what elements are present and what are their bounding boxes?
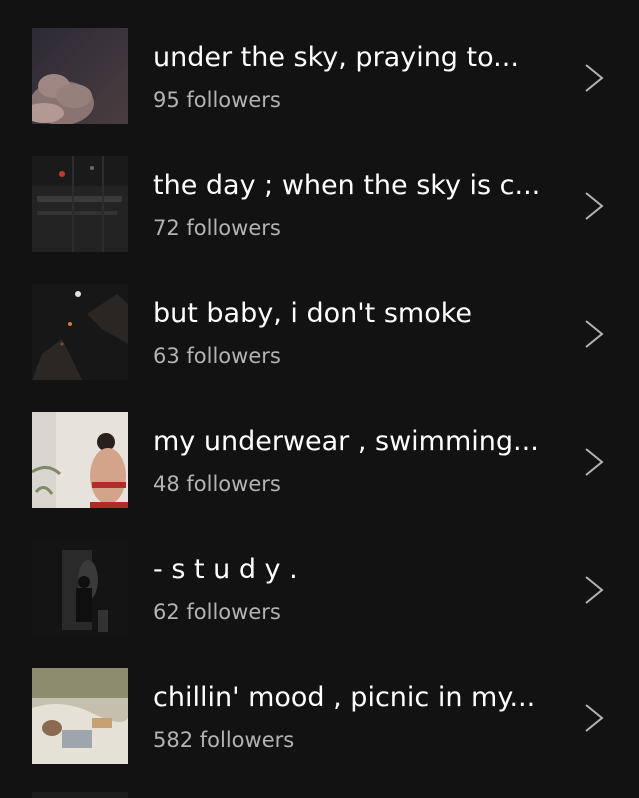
follower-count: 582 followers [153,728,295,752]
playlist-row-study[interactable]: - s t u d y . 62 followers [0,540,639,668]
chevron-right-icon[interactable] [582,62,606,94]
playlist-row-the-day[interactable]: the day ; when the sky is c... 72 follow… [0,156,639,284]
playlist-title: under the sky, praying to... [153,42,519,73]
follower-count: 62 followers [153,600,281,624]
moon-night-image [32,284,128,380]
cloudy-sky-image [32,28,128,124]
next-row-thumbnail-edge [32,792,128,798]
playlist-row-under-the-sky[interactable]: under the sky, praying to... 95 follower… [0,28,639,156]
playlist-title: the day ; when the sky is c... [153,170,541,201]
playlist-cover-image [32,28,128,124]
playlist-row-chillin-mood[interactable]: chillin' mood , picnic in my... 582 foll… [0,668,639,796]
chevron-right-icon[interactable] [582,190,606,222]
playlist-cover-image [32,668,128,764]
person-back-image [32,412,128,508]
playlist-cover-image [32,156,128,252]
playlist-title: my underwear , swimming... [153,426,539,457]
playlist-list: under the sky, praying to... 95 follower… [0,0,639,798]
playlist-cover-image [32,540,128,636]
playlist-cover-image [32,284,128,380]
chevron-right-icon[interactable] [582,318,606,350]
dark-room-image [32,540,128,636]
playlist-title: chillin' mood , picnic in my... [153,682,536,713]
follower-count: 95 followers [153,88,281,112]
follower-count: 72 followers [153,216,281,240]
follower-count: 48 followers [153,472,281,496]
follower-count: 63 followers [153,344,281,368]
playlist-row-my-underwear[interactable]: my underwear , swimming... 48 followers [0,412,639,540]
picnic-image [32,668,128,764]
playlist-title: - s t u d y . [153,554,298,585]
rainy-night-street-image [32,156,128,252]
playlist-row-but-baby[interactable]: but baby, i don't smoke 63 followers [0,284,639,412]
playlist-cover-image [32,412,128,508]
chevron-right-icon[interactable] [582,702,606,734]
chevron-right-icon[interactable] [582,574,606,606]
chevron-right-icon[interactable] [582,446,606,478]
playlist-title: but baby, i don't smoke [153,298,473,329]
